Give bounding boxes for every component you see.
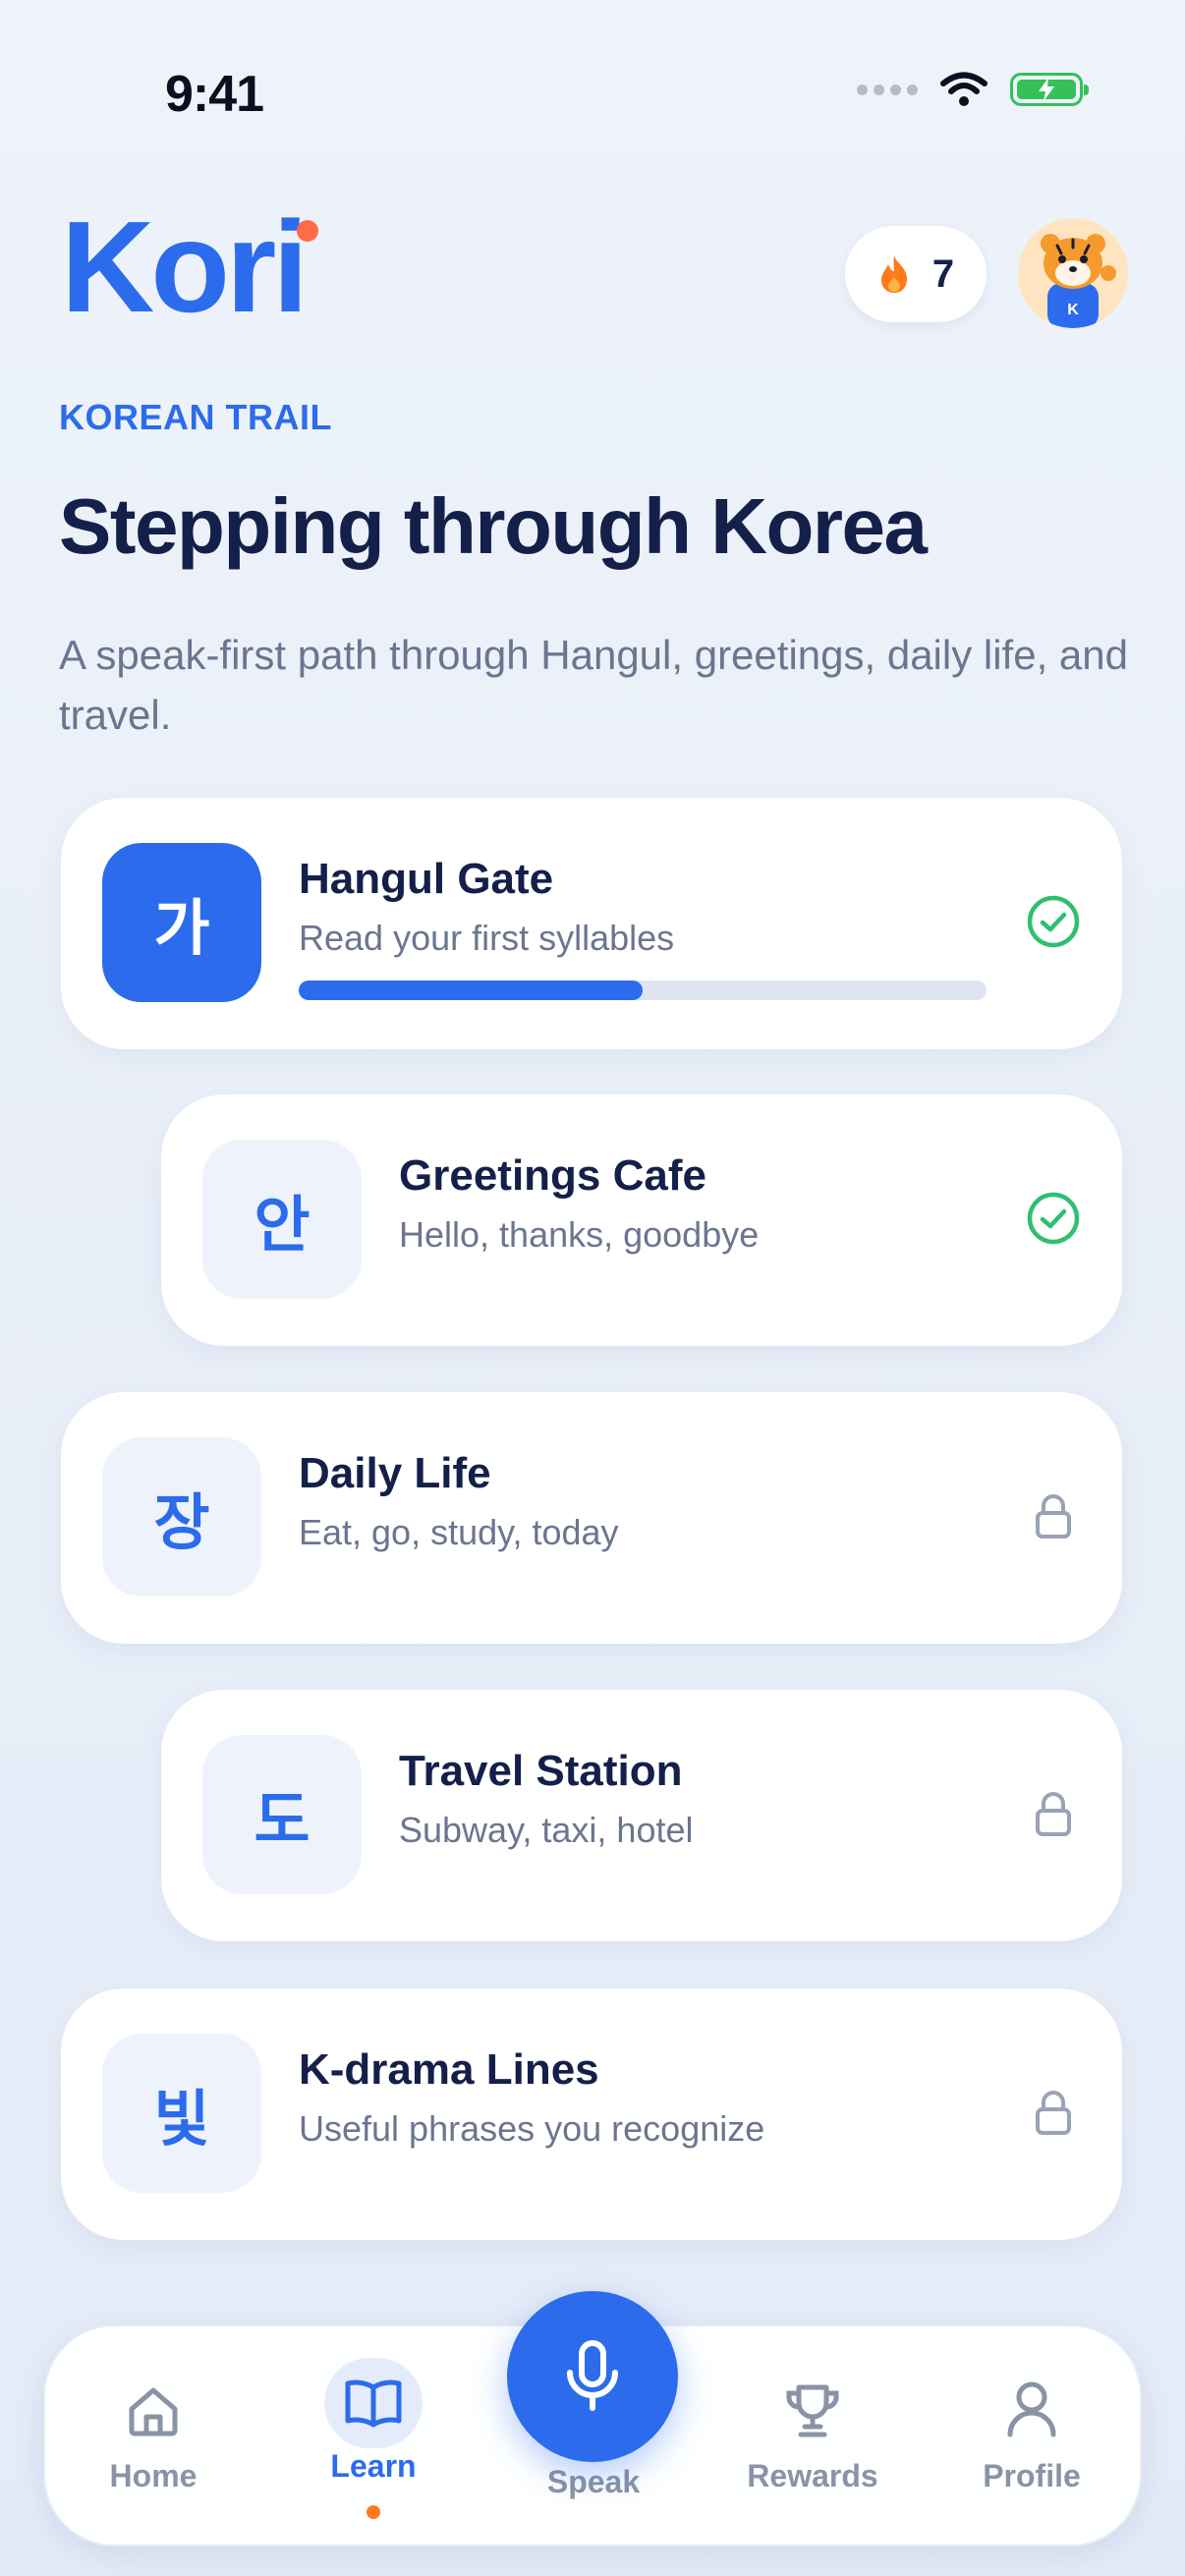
lesson-title: K-drama Lines <box>299 2045 599 2094</box>
lesson-title: Travel Station <box>399 1747 683 1795</box>
section-eyebrow: KOREAN TRAIL <box>59 397 332 437</box>
nav-rewards[interactable]: Rewards <box>714 2326 911 2548</box>
lesson-card-hangul-gate[interactable]: 가 Hangul Gate Read your first syllables <box>61 798 1122 1049</box>
lesson-subtitle: Eat, go, study, today <box>299 1512 619 1552</box>
check-circle-icon <box>1027 895 1080 948</box>
streak-count: 7 <box>931 252 955 296</box>
microphone-icon <box>567 2340 618 2411</box>
lesson-subtitle: Read your first syllables <box>299 918 675 958</box>
lesson-glyph-tile: 빛 <box>102 2034 261 2193</box>
lesson-card-daily-life[interactable]: 장 Daily Life Eat, go, study, today <box>61 1392 1122 1644</box>
wifi-icon <box>940 72 988 106</box>
lesson-progress-bar <box>299 980 987 1000</box>
lesson-title: Daily Life <box>299 1449 491 1497</box>
lesson-card-kdrama-lines[interactable]: 빛 K-drama Lines Useful phrases you recog… <box>61 1988 1122 2240</box>
trophy-icon <box>786 2384 839 2437</box>
lesson-glyph-tile: 가 <box>102 843 261 1002</box>
status-time: 9:41 <box>165 66 264 123</box>
tiger-mascot-icon: K <box>1018 218 1128 328</box>
nav-learn[interactable]: Learn <box>275 2326 472 2548</box>
nav-home-label: Home <box>109 2458 198 2493</box>
lesson-card-travel-station[interactable]: 도 Travel Station Subway, taxi, hotel <box>161 1690 1122 1941</box>
nav-profile[interactable]: Profile <box>933 2326 1130 2548</box>
lesson-subtitle: Subway, taxi, hotel <box>399 1810 694 1850</box>
lock-icon <box>1036 1792 1071 1836</box>
active-indicator-dot <box>367 2505 380 2519</box>
home-icon <box>129 2387 178 2436</box>
speak-mic-button[interactable] <box>507 2291 678 2462</box>
lesson-subtitle: Useful phrases you recognize <box>299 2108 765 2149</box>
lesson-glyph-tile: 안 <box>202 1140 362 1299</box>
cellular-signal-icon <box>857 84 918 95</box>
book-open-icon <box>345 2380 402 2428</box>
kori-logo: Kori <box>61 195 309 339</box>
lesson-glyph-tile: 장 <box>102 1437 261 1596</box>
battery-charging-icon <box>1010 73 1089 106</box>
streak-badge[interactable]: 7 <box>845 226 987 322</box>
lesson-progress-fill <box>299 980 643 1000</box>
user-icon <box>1007 2381 1056 2437</box>
nav-home[interactable]: Home <box>55 2326 252 2548</box>
avatar[interactable]: K <box>1018 218 1128 328</box>
lock-icon <box>1036 2091 1071 2135</box>
lesson-title: Hangul Gate <box>299 855 554 903</box>
svg-text:K: K <box>1067 302 1079 318</box>
nav-profile-label: Profile <box>983 2458 1081 2493</box>
flame-icon <box>880 255 907 293</box>
status-icons <box>857 71 1089 108</box>
lesson-title: Greetings Cafe <box>399 1151 706 1200</box>
nav-speak-label: Speak <box>546 2464 641 2499</box>
page-title: Stepping through Korea <box>59 482 928 570</box>
logo-accent-dot <box>297 220 318 242</box>
nav-learn-label: Learn <box>330 2448 417 2484</box>
lesson-card-greetings-cafe[interactable]: 안 Greetings Cafe Hello, thanks, goodbye <box>161 1094 1122 1346</box>
nav-rewards-label: Rewards <box>747 2458 878 2493</box>
page-subtitle: A speak-first path through Hangul, greet… <box>59 632 1128 738</box>
lesson-glyph-tile: 도 <box>202 1735 362 1894</box>
lesson-subtitle: Hello, thanks, goodbye <box>399 1214 760 1255</box>
lock-icon <box>1036 1494 1071 1539</box>
check-circle-icon <box>1027 1192 1080 1245</box>
